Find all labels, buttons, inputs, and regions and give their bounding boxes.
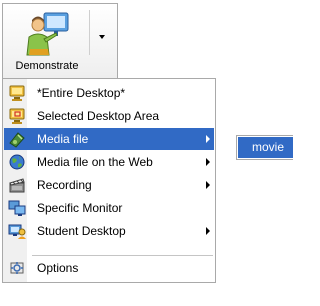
submenu-arrow-icon xyxy=(206,158,210,166)
menu-item-student-desktop[interactable]: Student Desktop xyxy=(4,220,214,242)
monitor-icon xyxy=(9,85,25,101)
split-divider xyxy=(89,10,90,55)
menu-item-label: Options xyxy=(37,261,79,275)
submenu-arrow-icon xyxy=(206,227,210,235)
menu-item-options[interactable]: Options xyxy=(4,257,214,279)
media-file-icon xyxy=(9,132,25,148)
presenter-icon xyxy=(26,12,69,56)
menu-item-label: Student Desktop xyxy=(37,224,126,238)
dropdown-arrow-icon[interactable] xyxy=(99,35,105,39)
menu-item-label: Specific Monitor xyxy=(37,201,123,215)
menu-item-label: *Entire Desktop* xyxy=(37,86,126,100)
demonstrate-button[interactable]: Demonstrate xyxy=(2,3,118,78)
menu-item-selected-desktop-area[interactable]: Selected Desktop Area xyxy=(4,105,214,127)
submenu-item-label: movie xyxy=(252,140,285,154)
clapperboard-icon xyxy=(9,178,25,193)
menu-item-specific-monitor[interactable]: Specific Monitor xyxy=(4,197,214,219)
menu-item-label: Selected Desktop Area xyxy=(37,109,160,123)
menu-item-recording[interactable]: Recording xyxy=(4,174,214,196)
student-desktop-icon xyxy=(8,224,26,239)
multiple-monitors-icon xyxy=(8,200,26,216)
options-icon xyxy=(10,262,24,274)
submenu-arrow-icon xyxy=(206,135,210,143)
submenu-arrow-icon xyxy=(206,181,210,189)
web-globe-icon xyxy=(9,154,25,170)
menu-item-label: Media file on the Web xyxy=(37,155,153,169)
submenu-item-movie[interactable]: movie xyxy=(238,137,293,158)
monitor-area-icon xyxy=(9,108,25,124)
demonstrate-label: Demonstrate xyxy=(15,60,79,72)
demonstrate-menu: *Entire Desktop* Selected Desktop Area M… xyxy=(2,78,216,283)
menu-item-label: Media file xyxy=(37,132,89,146)
menu-item-label: Recording xyxy=(37,178,92,192)
menu-separator xyxy=(32,255,213,256)
menu-item-media-file[interactable]: Media file xyxy=(4,128,214,150)
menu-item-entire-desktop[interactable]: *Entire Desktop* xyxy=(4,82,214,104)
media-file-submenu: movie xyxy=(236,135,293,160)
menu-item-media-file-on-web[interactable]: Media file on the Web xyxy=(4,151,214,173)
